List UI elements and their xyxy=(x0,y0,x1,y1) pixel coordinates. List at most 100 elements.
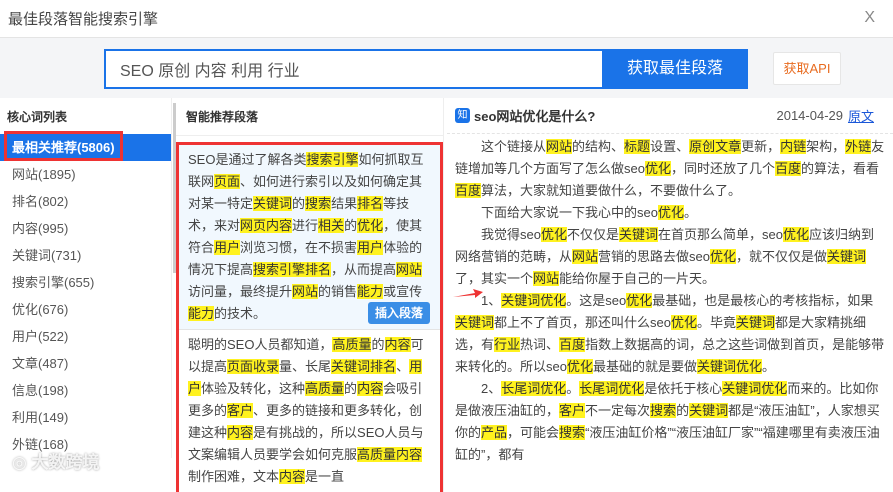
highlighted-keyword: 优化 xyxy=(540,227,567,242)
highlighted-keyword: 高质量 xyxy=(305,381,345,396)
get-best-paragraph-button[interactable]: 获取最佳段落 xyxy=(602,49,748,89)
text-segment: 1、 xyxy=(481,293,502,308)
text-segment: 访问量，最终提升 xyxy=(188,284,293,299)
sidebar-keyword-item[interactable]: 搜索引擎(655) xyxy=(0,269,171,296)
sidebar-keyword-item[interactable]: 网站(1895) xyxy=(0,161,171,188)
highlighted-keyword: 外链 xyxy=(845,139,872,154)
highlighted-keyword: 长尾词优化 xyxy=(501,381,567,396)
highlighted-keyword: 关键词 xyxy=(455,315,495,330)
highlighted-keyword: 优化 xyxy=(710,249,737,264)
text-segment: 都上不了首页，那还叫什么seo xyxy=(494,315,671,330)
text-segment: 或宣传 xyxy=(383,284,423,299)
highlighted-keyword: 关键词优化 xyxy=(722,381,788,396)
text-segment: 。 xyxy=(683,205,697,220)
text-segment: 聪明的SEO人员都知道， xyxy=(188,337,333,352)
text-segment: 的 xyxy=(676,403,690,418)
highlighted-keyword: 关键词 xyxy=(619,227,659,242)
article-paragraph: 1、关键词优化。这是seo优化最基础，也是最核心的考核指标，如果关键词都上不了首… xyxy=(455,290,885,378)
highlighted-keyword: 网站 xyxy=(572,249,599,264)
text-segment: 是依托于核心 xyxy=(644,381,723,396)
highlighted-keyword: 内容 xyxy=(227,425,254,440)
highlighted-keyword: 关键词 xyxy=(253,196,293,211)
text-segment: ，可能会 xyxy=(507,425,560,440)
text-segment: 制作困难，文本 xyxy=(188,469,280,484)
highlighted-keyword: 客户 xyxy=(559,403,586,418)
text-segment: 的技术。 xyxy=(214,306,267,321)
text-segment: 的结构、 xyxy=(572,139,625,154)
title-bar: 最佳段落智能搜索引擎 X xyxy=(0,0,893,38)
sidebar-keyword-item[interactable]: 优化(676) xyxy=(0,296,171,323)
sidebar-keyword-item[interactable]: 用户(522) xyxy=(0,323,171,350)
red-arrow-annotation-icon xyxy=(453,289,483,298)
close-icon[interactable]: X xyxy=(864,9,875,27)
text-segment: ，就不仅仅是做 xyxy=(736,249,828,264)
article-paragraph: 这个链接从网站的结构、标题设置、原创文章更新，内链架构，外链友链增加等几个方面写… xyxy=(455,136,885,202)
article-paragraph: 下面给大家说一下我心中的seo优化。 xyxy=(455,202,885,224)
highlighted-keyword: 网页内容 xyxy=(240,218,293,233)
highlighted-keyword: 搜索 xyxy=(305,196,332,211)
text-segment: ，同时还放了几个 xyxy=(670,161,775,176)
highlighted-keyword: 优化 xyxy=(670,315,697,330)
highlighted-keyword: 百度 xyxy=(455,183,482,198)
paragraph-card[interactable]: SEO是通过了解各类搜索引擎如何抓取互联网页面、如何进行索引以及如何确定其对某一… xyxy=(179,145,440,330)
text-segment: 结果 xyxy=(331,196,358,211)
highlighted-keyword: 百度 xyxy=(775,161,802,176)
sidebar-keyword-item[interactable]: 内容(995) xyxy=(0,215,171,242)
highlighted-keyword: 搜索引擎排名 xyxy=(253,262,332,277)
highlighted-keyword: 网站 xyxy=(533,271,560,286)
insert-paragraph-button[interactable]: 插入段落 xyxy=(367,302,430,324)
text-segment: 这个链接从 xyxy=(481,139,547,154)
highlighted-keyword: 搜索 xyxy=(559,425,586,440)
highlighted-keyword: 相关 xyxy=(318,218,345,233)
highlighted-keyword: 关键词优化 xyxy=(501,293,567,308)
source-link[interactable]: 原文 xyxy=(848,106,874,125)
text-segment: SEO是通过了解各类 xyxy=(188,152,307,167)
highlighted-keyword: 网站 xyxy=(546,139,573,154)
paragraph-card[interactable]: 聪明的SEO人员都知道，高质量的内容可以提高页面收录量、长尾关键词排名、用户体验… xyxy=(179,330,440,492)
highlighted-keyword: 搜索 xyxy=(650,403,677,418)
sidebar-keyword-item[interactable]: 外链(168) xyxy=(0,431,171,458)
sidebar-keyword-item[interactable]: 关键词(731) xyxy=(0,242,171,269)
text-segment: 不一定每次 xyxy=(585,403,651,418)
text-segment: 、 xyxy=(396,359,410,374)
text-segment: 。毕竟 xyxy=(697,315,737,330)
text-segment: 我觉得seo xyxy=(481,227,541,242)
sidebar-keyword-item[interactable]: 利用(149) xyxy=(0,404,171,431)
highlighted-keyword: 产品 xyxy=(481,425,508,440)
highlighted-keyword: 用户 xyxy=(214,240,241,255)
sidebar-keyword-item[interactable]: 文章(487) xyxy=(0,350,171,377)
search-input[interactable] xyxy=(104,49,602,89)
search-bar: 获取最佳段落 获取API xyxy=(0,38,893,98)
text-segment: 。 xyxy=(566,381,580,396)
highlighted-keyword: 关键词 xyxy=(736,315,776,330)
highlighted-keyword: 优化 xyxy=(626,293,653,308)
text-segment: 浏览习惯，在不损害 xyxy=(240,240,358,255)
highlighted-keyword: 页面收录 xyxy=(227,359,280,374)
highlighted-keyword: 高质量内容 xyxy=(357,447,423,462)
sidebar-keyword-item[interactable]: 排名(802) xyxy=(0,188,171,215)
text-segment: 设置、 xyxy=(650,139,690,154)
text-segment: 。这是seo xyxy=(566,293,627,308)
highlighted-keyword: 原创文章 xyxy=(689,139,742,154)
highlighted-keyword: 行业 xyxy=(494,337,521,352)
text-segment: ，从而提高 xyxy=(331,262,397,277)
window-title: 最佳段落智能搜索引擎 xyxy=(8,11,159,28)
highlighted-keyword: 内容 xyxy=(384,337,411,352)
keyword-sidebar: 核心词列表 最相关推荐(5806) 网站(1895) 排名(802) 内容(995) 关… xyxy=(0,98,176,458)
sidebar-keyword-item[interactable]: 最相关推荐(5806) xyxy=(0,134,171,161)
text-segment: 在首页那么简单，seo xyxy=(658,227,783,242)
highlighted-keyword: 能力 xyxy=(188,306,215,321)
highlighted-keyword: 网站 xyxy=(292,284,319,299)
highlighted-keyword: 长尾词优化 xyxy=(579,381,645,396)
get-api-button[interactable]: 获取API xyxy=(773,52,841,85)
text-segment: 热词、 xyxy=(520,337,560,352)
article-header: 知 seo网站优化是什么? 2014-04-29 原文 xyxy=(447,98,893,134)
text-segment: 的 xyxy=(344,218,358,233)
highlighted-keyword: 优化 xyxy=(657,205,684,220)
text-segment: 不仅仅是 xyxy=(566,227,619,242)
zhihu-badge-icon: 知 xyxy=(455,108,470,123)
article-paragraph: 2、长尾词优化。长尾词优化是依托于核心关键词优化而来的。比如你是做液压油缸的，客… xyxy=(455,378,885,466)
sidebar-keyword-item[interactable]: 信息(198) xyxy=(0,377,171,404)
highlighted-keyword: 内链 xyxy=(780,139,807,154)
text-segment: 最基础，也是最核心的考核指标，如果 xyxy=(652,293,874,308)
